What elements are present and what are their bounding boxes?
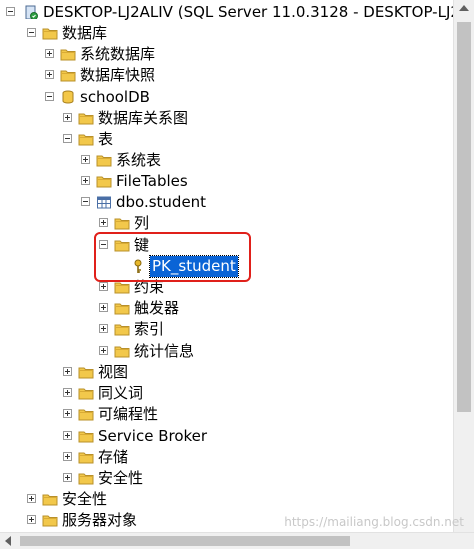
expand-icon[interactable]	[27, 515, 36, 524]
expand-icon[interactable]	[45, 49, 54, 58]
node-label: schoolDB	[80, 88, 150, 106]
node-label: 可编程性	[98, 405, 159, 423]
node-label: FileTables	[116, 172, 188, 190]
folder-icon	[78, 409, 94, 421]
expand-icon[interactable]	[81, 176, 90, 185]
folder-icon	[42, 28, 58, 40]
server-icon	[25, 5, 38, 19]
folder-icon	[42, 494, 58, 506]
expand-icon[interactable]	[99, 303, 108, 312]
node-label: 数据库关系图	[98, 109, 189, 127]
expand-icon[interactable]	[99, 346, 108, 355]
folder-icon	[96, 155, 112, 167]
folder-icon	[78, 431, 94, 443]
expand-icon[interactable]	[63, 409, 72, 418]
node-label: dbo.student	[116, 193, 207, 211]
node-label: 同义词	[98, 384, 144, 402]
folder-icon	[78, 388, 94, 400]
expand-icon[interactable]	[81, 155, 90, 164]
expand-icon[interactable]	[63, 113, 72, 122]
node-label: Service Broker	[98, 427, 208, 445]
scroll-left-arrow-icon[interactable]	[5, 536, 11, 546]
collapse-icon[interactable]	[27, 28, 36, 37]
folder-icon	[78, 473, 94, 485]
folder-icon	[114, 324, 130, 336]
folder-icon	[78, 134, 94, 146]
node-label: DESKTOP-LJ2ALIV (SQL Server 11.0.3128 - …	[43, 3, 453, 21]
folder-icon	[114, 303, 130, 315]
node-label: 安全性	[62, 490, 108, 508]
folder-icon	[96, 176, 112, 188]
node-label: 触发器	[134, 299, 180, 317]
collapse-icon[interactable]	[81, 197, 90, 206]
folder-icon	[60, 70, 76, 82]
object-explorer-tree: DESKTOP-LJ2ALIV (SQL Server 11.0.3128 - …	[0, 0, 453, 532]
scrollbar-thumb[interactable]	[457, 22, 471, 412]
horizontal-scrollbar[interactable]	[0, 532, 474, 549]
collapse-icon[interactable]	[6, 7, 15, 16]
folder-icon	[78, 113, 94, 125]
expand-icon[interactable]	[27, 494, 36, 503]
scroll-up-arrow-icon[interactable]	[459, 5, 469, 11]
node-label: 统计信息	[134, 342, 195, 360]
expand-icon[interactable]	[45, 70, 54, 79]
node-label: 视图	[98, 363, 129, 381]
folder-icon	[114, 282, 130, 294]
folder-icon	[114, 218, 130, 230]
folder-icon	[42, 515, 58, 527]
node-label: 数据库	[62, 24, 108, 42]
database-icon	[62, 90, 74, 104]
node-label: 数据库快照	[80, 66, 156, 84]
expand-icon[interactable]	[63, 367, 72, 376]
folder-icon	[78, 452, 94, 464]
node-label: 服务器对象	[62, 511, 138, 529]
expand-icon[interactable]	[63, 431, 72, 440]
node-label: 系统表	[116, 151, 162, 169]
node-label: 系统数据库	[80, 45, 156, 63]
collapse-icon[interactable]	[63, 134, 72, 143]
table-icon	[97, 196, 111, 209]
expand-icon[interactable]	[99, 282, 108, 291]
folder-icon	[60, 49, 76, 61]
highlight-box	[94, 232, 251, 282]
collapse-icon[interactable]	[45, 92, 54, 101]
folder-icon	[114, 346, 130, 358]
node-label: 列	[134, 214, 150, 232]
expand-icon[interactable]	[63, 388, 72, 397]
node-label: 表	[98, 130, 114, 148]
node-label: 安全性	[98, 469, 144, 487]
node-label: 存储	[98, 448, 129, 466]
expand-icon[interactable]	[63, 473, 72, 482]
watermark: https://mailiang.blog.csdn.net	[284, 515, 464, 529]
scrollbar-thumb[interactable]	[20, 536, 350, 546]
expand-icon[interactable]	[99, 324, 108, 333]
expand-icon[interactable]	[99, 218, 108, 227]
vertical-scrollbar[interactable]	[453, 0, 474, 532]
folder-icon	[78, 367, 94, 379]
expand-icon[interactable]	[63, 452, 72, 461]
node-label: 索引	[134, 320, 165, 338]
